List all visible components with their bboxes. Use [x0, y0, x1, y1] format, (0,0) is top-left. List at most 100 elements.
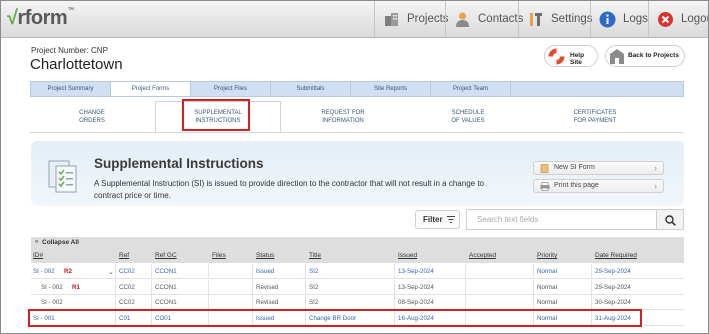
nav-logout[interactable]: Logout: [648, 1, 708, 37]
row-title[interactable]: SI2: [309, 268, 318, 275]
tab-project-summary[interactable]: Project Summary: [31, 82, 111, 96]
row-issued: 13-Sep-2024: [398, 284, 434, 291]
info-icon: [599, 11, 616, 28]
back-to-projects-button[interactable]: Back to Projects: [605, 45, 685, 67]
row-title[interactable]: SI2: [309, 299, 318, 306]
header-title[interactable]: Title: [309, 252, 321, 259]
header-priority[interactable]: Priority: [537, 252, 557, 259]
info-panel: Supplemental Instructions A Supplemental…: [31, 141, 684, 206]
collapse-all-link[interactable]: Collapse All: [42, 239, 79, 246]
tab-project-team[interactable]: Project Team: [431, 82, 511, 96]
subtab-request-for-information[interactable]: REQUEST FOR INFORMATION: [305, 101, 381, 132]
table-row[interactable]: SI - 002 CC02 CCON1 Revised SI2 08-Sep-2…: [31, 295, 684, 310]
building-icon: [383, 11, 400, 28]
row-priority: Normal: [537, 299, 557, 306]
chevron-right-icon: ›: [654, 181, 657, 191]
nav-logs[interactable]: Logs: [590, 1, 648, 37]
tab-site-reports[interactable]: Site Reports: [351, 82, 431, 96]
nav-projects-label: Projects: [407, 13, 449, 25]
chevron-right-icon: ›: [654, 163, 657, 173]
row-ref[interactable]: CC02: [119, 299, 135, 306]
header-ref-gc[interactable]: Ref GC: [155, 252, 177, 259]
row-ref-gc[interactable]: CCON1: [155, 284, 177, 291]
nav-logout-label: Logout: [681, 13, 708, 25]
chevron-down-icon[interactable]: ⌄: [108, 268, 114, 276]
row-title[interactable]: SI2: [309, 284, 318, 291]
highlight-box-subtab: [182, 99, 250, 131]
header-accepted[interactable]: Accepted: [469, 252, 496, 259]
tab-project-files[interactable]: Project Files: [191, 82, 271, 96]
document-icon: [540, 164, 549, 173]
subtab-change-orders[interactable]: CHANGE ORDERS: [60, 101, 124, 132]
row-ref[interactable]: CC02: [119, 284, 135, 291]
project-tabs: Project Summary Project Forms Project Fi…: [30, 81, 684, 97]
nav-projects[interactable]: Projects: [374, 1, 449, 37]
printer-icon: [540, 182, 550, 191]
search-input[interactable]: Search text fields: [466, 209, 657, 230]
row-status: Revised: [256, 284, 279, 291]
header-ref[interactable]: Ref: [119, 252, 129, 259]
new-si-form-button[interactable]: New SI Form ›: [533, 161, 664, 175]
row-status: Revised: [256, 299, 279, 306]
revision-badge: R1: [72, 284, 80, 291]
new-si-form-label: New SI Form: [554, 164, 595, 171]
header-issued[interactable]: Issued: [398, 252, 417, 259]
subtab-schedule-of-values[interactable]: SCHEDULE OF VALUES: [435, 101, 501, 132]
search-button[interactable]: [656, 209, 684, 230]
revision-badge: R2: [64, 268, 72, 275]
table-header: ID# Ref Ref GC Files Status Title Issued…: [31, 249, 684, 263]
building-icon: [610, 49, 624, 64]
tab-project-forms[interactable]: Project Forms: [111, 82, 191, 96]
filter-lines-icon: [447, 216, 455, 223]
header-status[interactable]: Status: [256, 252, 274, 259]
highlight-box-row: [28, 309, 642, 327]
row-ref-gc[interactable]: CCON1: [155, 268, 177, 275]
logout-icon: [657, 11, 674, 28]
filter-button[interactable]: Filter: [415, 210, 460, 229]
nav-contacts[interactable]: Contacts: [445, 1, 523, 37]
row-id[interactable]: SI - 002: [41, 284, 63, 291]
app-window: √rform™ Projects Contacts Settings Logs: [0, 0, 709, 334]
collapse-all-bar: » Collapse All: [31, 237, 684, 249]
row-priority: Normal: [537, 268, 557, 275]
person-icon: [454, 11, 471, 28]
header-date-required[interactable]: Date Required: [595, 252, 637, 259]
forms-icon: [48, 160, 77, 193]
lifebuoy-icon: [548, 48, 565, 65]
nav-logs-label: Logs: [623, 13, 648, 25]
row-priority: Normal: [537, 284, 557, 291]
panel-title: Supplemental Instructions: [94, 156, 264, 171]
table-row[interactable]: SI - 002 R2 ⌄ CC02 CCON1 Issued SI2 13-S…: [31, 264, 684, 279]
row-ref[interactable]: CC02: [119, 268, 135, 275]
panel-description: A Supplemental Instruction (SI) is issue…: [94, 179, 484, 200]
print-page-label: Print this page: [554, 182, 599, 189]
top-bar: √rform™ Projects Contacts Settings Logs: [1, 1, 708, 38]
table-row[interactable]: SI - 002 R1 CC02 CCON1 Revised SI2 13-Se…: [31, 280, 684, 295]
nav-settings-label: Settings: [551, 13, 593, 25]
back-to-projects-label: Back to Projects: [628, 52, 679, 59]
header-files[interactable]: Files: [212, 252, 226, 259]
nav-settings[interactable]: Settings: [518, 1, 593, 37]
nav-contacts-label: Contacts: [478, 13, 524, 25]
row-status: Issued: [256, 268, 275, 275]
logo[interactable]: √rform™: [7, 7, 74, 30]
print-page-button[interactable]: Print this page ›: [533, 179, 664, 193]
row-date-required: 29-Sep-2024: [595, 284, 631, 291]
subtab-certificates-for-payment[interactable]: CERTIFICATES FOR PAYMENT: [560, 101, 630, 132]
help-site-label: Help Site: [570, 52, 585, 66]
form-type-tabs: CHANGE ORDERS SUPPLEMENTAL INSTRUCTIONS RE…: [30, 101, 684, 133]
row-date-required: 29-Sep-2024: [595, 268, 631, 275]
row-id[interactable]: SI - 002: [41, 299, 63, 306]
row-id[interactable]: SI - 002: [33, 268, 55, 275]
help-site-button[interactable]: Help Site: [544, 45, 598, 67]
page-title: Charlottetown: [30, 56, 123, 73]
search-icon: [665, 215, 676, 226]
header-id[interactable]: ID#: [33, 252, 43, 259]
tab-submittals[interactable]: Submittals: [271, 82, 351, 96]
row-issued: 08-Sep-2024: [398, 299, 434, 306]
row-ref-gc[interactable]: CCON1: [155, 299, 177, 306]
row-issued: 13-Sep-2024: [398, 268, 434, 275]
project-number: Project Number: CNP: [31, 46, 108, 55]
row-date-required: 30-Sep-2024: [595, 299, 631, 306]
tools-icon: [527, 11, 544, 28]
